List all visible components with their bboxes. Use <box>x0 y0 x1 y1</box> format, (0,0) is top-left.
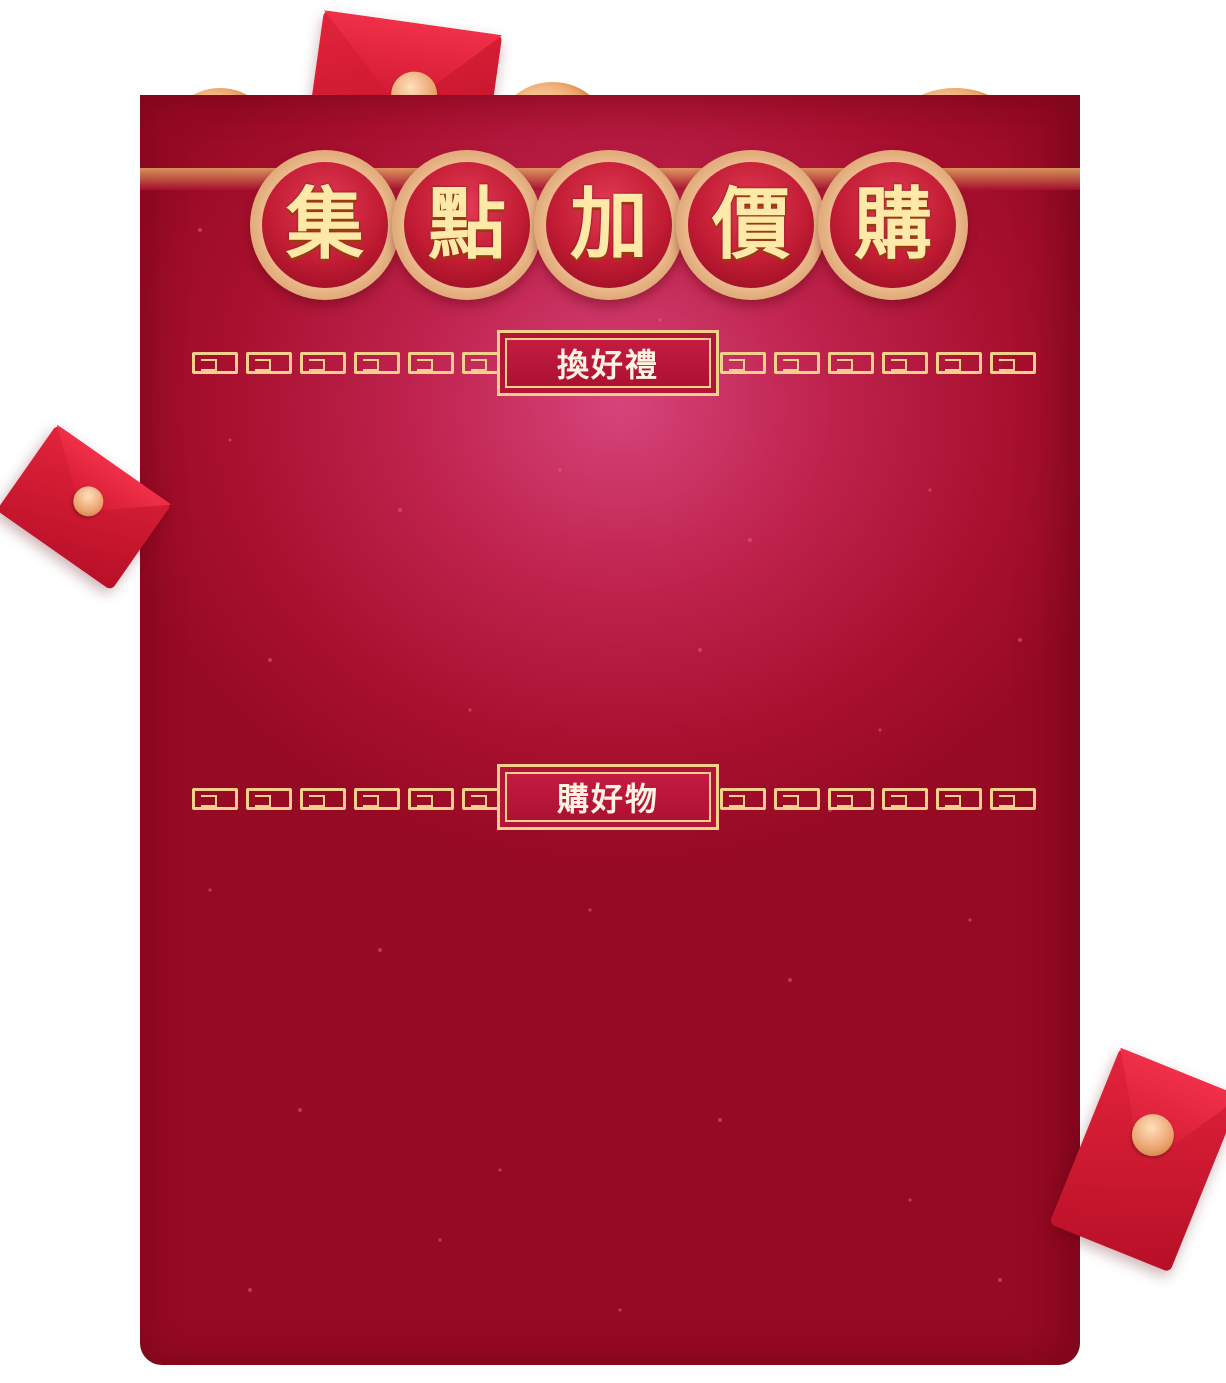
section-title: 購好物 <box>556 780 659 818</box>
section-banner-redeem: 換好禮 <box>497 330 719 396</box>
fret-border-right <box>720 786 1036 812</box>
fret-border-left <box>192 786 508 812</box>
title-char: 購 <box>853 180 932 270</box>
fret-border-left <box>192 350 508 376</box>
title-char: 點 <box>427 180 506 270</box>
title-char: 價 <box>711 180 790 270</box>
section-title: 換好禮 <box>556 346 659 384</box>
title-char: 加 <box>569 180 648 270</box>
title-medallion-1: 集 <box>250 150 400 300</box>
title-medallion-3: 加 <box>534 150 684 300</box>
title-char: 集 <box>285 180 364 270</box>
title-medallion-2: 點 <box>392 150 542 300</box>
fret-border-right <box>720 350 1036 376</box>
title-medallion-4: 價 <box>676 150 826 300</box>
section-banner-shop: 購好物 <box>497 764 719 830</box>
title-medallion-5: 購 <box>818 150 968 300</box>
